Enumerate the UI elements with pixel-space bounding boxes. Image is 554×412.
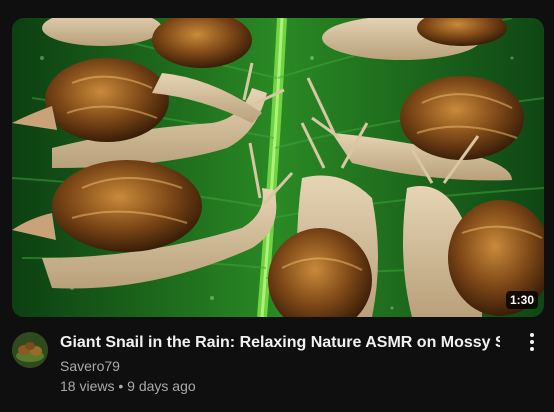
channel-name[interactable]: Savero79 <box>60 356 120 376</box>
channel-avatar[interactable] <box>12 332 48 368</box>
view-count: 18 views <box>60 378 115 394</box>
avatar-image <box>12 332 48 368</box>
more-dot <box>530 340 534 344</box>
duration-badge: 1:30 <box>505 291 538 309</box>
meta-separator: • <box>118 378 124 394</box>
more-vert-icon[interactable] <box>520 330 544 354</box>
video-title[interactable]: Giant Snail in the Rain: Relaxing Nature… <box>60 332 500 354</box>
video-stats: 18 views • 9 days ago <box>60 376 196 396</box>
thumbnail-image <box>12 18 544 317</box>
video-thumbnail[interactable]: 1:30 <box>12 18 544 317</box>
video-meta: Giant Snail in the Rain: Relaxing Nature… <box>12 330 544 400</box>
upload-age: 9 days ago <box>127 378 196 394</box>
more-dot <box>530 333 534 337</box>
more-dot <box>530 347 534 351</box>
